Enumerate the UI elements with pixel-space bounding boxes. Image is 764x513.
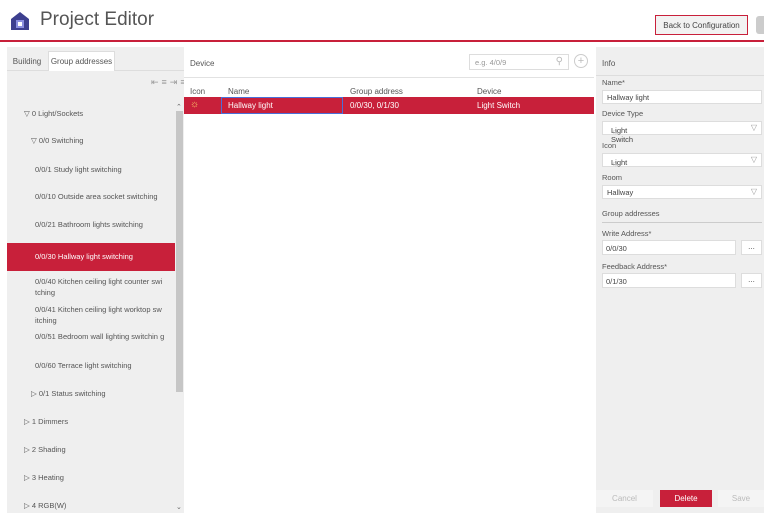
column-icon[interactable]: Icon (190, 87, 205, 96)
chevron-down-icon: ▽ (750, 123, 757, 132)
app-title: Project Editor (40, 9, 155, 30)
column-name[interactable]: Name (228, 87, 249, 96)
scroll-down-icon[interactable]: ⌄ (176, 503, 182, 511)
info-title: Info (602, 59, 616, 68)
device-type-label: Device Type (602, 109, 644, 118)
tab-group-addresses[interactable]: Group addresses (48, 51, 115, 71)
write-address-browse-button[interactable]: ... (741, 240, 762, 255)
tree-node-status-switching[interactable]: ▷ 0/1 Status switching (7, 388, 175, 399)
search-icon[interactable]: ⚲ (556, 56, 563, 67)
search-placeholder: e.g. 4/0/9 (475, 58, 507, 67)
chevron-down-icon: ▽ (750, 187, 757, 196)
light-bulb-icon: ☼ (190, 99, 200, 110)
back-to-configuration-button[interactable]: Back to Configuration (655, 15, 748, 35)
device-panel-title: Device (190, 59, 215, 68)
header: Project Editor Back to Configuration (0, 0, 764, 42)
feedback-address-value: 0/1/30 (606, 277, 627, 286)
divider (184, 77, 594, 78)
icon-label: Icon (602, 141, 617, 150)
table-row[interactable]: ☼ Hallway light 0/0/30, 0/1/30 Light Swi… (184, 97, 594, 114)
chevron-down-icon: ▽ (750, 155, 757, 164)
feedback-address-label: Feedback Address* (602, 262, 668, 271)
tree-node-study-light[interactable]: 0/0/1 Study light switching (7, 164, 175, 175)
name-value: Hallway light (607, 93, 650, 102)
search-input[interactable]: e.g. 4/0/9 ⚲ (469, 54, 569, 70)
scrollbar-thumb[interactable] (176, 111, 183, 392)
column-device[interactable]: Device (477, 87, 501, 96)
name-label: Name* (602, 78, 625, 87)
cancel-button[interactable]: Cancel (596, 490, 653, 507)
divider (602, 222, 762, 223)
column-group-address[interactable]: Group address (350, 87, 403, 96)
tree-node-dimmers[interactable]: ▷ 1 Dimmers (7, 416, 175, 427)
scroll-up-icon[interactable]: ⌃ (176, 103, 182, 111)
tree-node-hallway-light[interactable]: 0/0/30 Hallway light switching (7, 243, 175, 271)
feedback-address-input[interactable]: 0/1/30 (602, 273, 736, 288)
info-panel: Info Name* Hallway light Device Type ☼ L… (596, 47, 764, 513)
feedback-address-browse-button[interactable]: ... (741, 273, 762, 288)
group-addresses-heading: Group addresses (602, 209, 660, 218)
delete-button[interactable]: Delete (660, 490, 712, 507)
tree-node-switching[interactable]: ▽ 0/0 Switching (7, 135, 175, 146)
room-label: Room (602, 173, 623, 182)
device-type-select[interactable]: ☼ Light Switch ▽ (602, 121, 762, 144)
left-tabs: Building Group addresses (7, 47, 184, 71)
row-name: Hallway light (228, 101, 273, 110)
tree-node-heating[interactable]: ▷ 3 Heating (7, 472, 175, 483)
tree-node-rgbw[interactable]: ▷ 4 RGB(W) (7, 500, 175, 511)
tree-node-shading[interactable]: ▷ 2 Shading (7, 444, 175, 455)
add-device-icon[interactable]: + (574, 54, 588, 68)
device-panel: Device e.g. 4/0/9 ⚲ + Icon Name Group ad… (184, 47, 594, 513)
icon-value: Light (611, 158, 628, 167)
house-logo-icon (11, 12, 29, 30)
write-address-value: 0/0/30 (606, 244, 627, 253)
tree-node-outside-socket[interactable]: 0/0/10 Outside area socket switching (7, 191, 175, 202)
collapse-all-icon[interactable]: ⇤≡ (151, 77, 170, 87)
tab-building[interactable]: Building (7, 51, 47, 71)
save-button[interactable]: Save (718, 490, 764, 507)
left-panel: Building Group addresses ⇤≡⇥≡ ▽ 0 Light/… (7, 47, 186, 513)
row-group-address: 0/0/30, 0/1/30 (350, 101, 399, 110)
row-device: Light Switch (477, 101, 521, 110)
write-address-input[interactable]: 0/0/30 (602, 240, 736, 255)
icon-select[interactable]: ☼ Light ▽ (602, 153, 762, 168)
room-value: Hallway (607, 188, 634, 197)
tree-node-kitchen-worktop[interactable]: 0/0/41 Kitchen ceiling light worktop sw … (7, 304, 175, 326)
tree-tool-icons: ⇤≡⇥≡ (151, 77, 189, 88)
divider (596, 75, 764, 76)
side-tab[interactable] (756, 16, 764, 34)
tree-node-bathroom-lights[interactable]: 0/0/21 Bathroom lights switching (7, 219, 175, 230)
tree-node-bedroom-wall[interactable]: 0/0/51 Bedroom wall lighting switchin g (7, 331, 175, 342)
write-address-label: Write Address* (602, 229, 652, 238)
tree-node-terrace-light[interactable]: 0/0/60 Terrace light switching (7, 360, 175, 371)
tree-node-light-sockets[interactable]: ▽ 0 Light/Sockets (7, 108, 175, 119)
name-field[interactable]: Hallway light (602, 90, 762, 104)
tree-node-kitchen-counter[interactable]: 0/0/40 Kitchen ceiling light counter swi… (7, 276, 175, 298)
room-select[interactable]: Hallway ▽ (602, 185, 762, 199)
